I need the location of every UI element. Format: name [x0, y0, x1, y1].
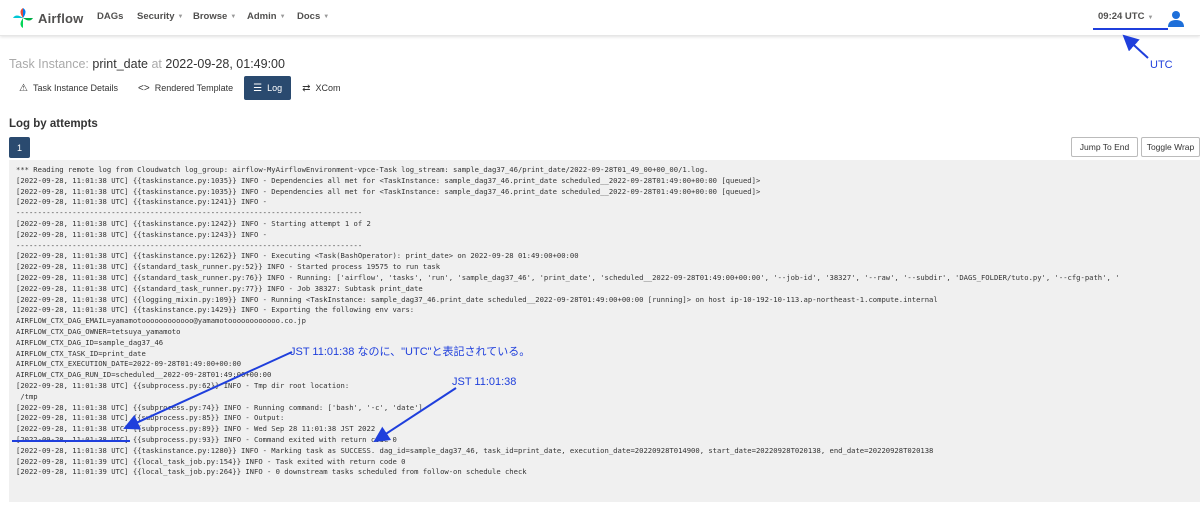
log-line: *** Reading remote log from Cloudwatch l… [16, 165, 709, 174]
airflow-pinwheel-icon [13, 8, 33, 28]
annotation-jst-utc-note: JST 11:01:38 なのに、"UTC"と表記されている。 [290, 346, 531, 358]
log-line: AIRFLOW_CTX_DAG_EMAIL=yamamotooooooooooo… [16, 316, 306, 326]
log-line: [2022-09-28, 11:01:38 UTC] {{logging_mix… [16, 294, 938, 304]
task-id: print_date [92, 57, 148, 71]
log-line: [2022-09-28, 11:01:38 UTC] {{taskinstanc… [16, 445, 934, 455]
nav-admin[interactable]: Admin ▼ [247, 11, 286, 22]
log-line: [2022-09-28, 11:01:38 UTC] {{taskinstanc… [16, 218, 371, 228]
caret-down-icon: ▼ [230, 13, 237, 20]
log-line: [2022-09-28, 11:01:38 UTC] {{taskinstanc… [16, 197, 267, 207]
caret-down-icon: ▼ [279, 13, 286, 20]
brand-name: Airflow [38, 10, 84, 26]
log-line: ----------------------------------------… [16, 240, 363, 250]
log-line: [2022-09-28, 11:01:39 UTC] {{local_task_… [16, 456, 406, 466]
log-line: [2022-09-28, 11:01:38 UTC] {{standard_ta… [16, 262, 441, 272]
log-line: [2022-09-28, 11:01:38 UTC] {{subprocess.… [16, 424, 376, 434]
toggle-wrap-button[interactable]: Toggle Wrap [1141, 137, 1200, 157]
log-line: [2022-09-28, 11:01:38 UTC] {{subprocess.… [16, 413, 285, 423]
task-instance-tabs: ⚠ Task Instance Details <> Rendered Temp… [10, 76, 352, 100]
log-line: [2022-09-28, 11:01:38 UTC] {{taskinstanc… [16, 186, 761, 196]
warning-icon: ⚠ [19, 82, 28, 94]
nav-security[interactable]: Security ▼ [137, 11, 183, 22]
list-icon: ☰ [253, 82, 263, 94]
log-line: [2022-09-28, 11:01:38 UTC] {{subprocess.… [16, 380, 350, 390]
tab-xcom[interactable]: ⇄ XCom [293, 76, 349, 100]
top-navbar: Airflow DAGs Security ▼ Browse ▼ Admin ▼ Do… [0, 0, 1200, 36]
execution-date: 2022-09-28, 01:49:00 [165, 57, 285, 71]
caret-down-icon: ▼ [177, 13, 184, 20]
attempt-1-button[interactable]: 1 [9, 137, 30, 158]
log-line: [2022-09-28, 11:01:38 UTC] {{taskinstanc… [16, 305, 415, 315]
log-line: [2022-09-28, 11:01:38 UTC] {{taskinstanc… [16, 175, 761, 185]
log-line: ----------------------------------------… [16, 208, 363, 218]
tab-log[interactable]: ☰ Log [244, 76, 292, 100]
exchange-icon: ⇄ [302, 82, 311, 94]
nav-dags[interactable]: DAGs [97, 11, 123, 22]
airflow-logo[interactable]: Airflow [12, 7, 83, 29]
log-line: AIRFLOW_CTX_DAG_ID=sample_dag37_46 [16, 337, 164, 347]
log-line: [2022-09-28, 11:01:38 UTC] {{subprocess.… [16, 434, 397, 444]
caret-down-icon: ▼ [323, 13, 330, 20]
jump-to-end-button[interactable]: Jump To End [1071, 137, 1138, 157]
log-line: AIRFLOW_CTX_TASK_ID=print_date [16, 348, 146, 358]
nav-browse[interactable]: Browse ▼ [193, 11, 236, 22]
page-title: Task Instance: print_date at 2022-09-28,… [9, 57, 285, 71]
log-line: [2022-09-28, 11:01:38 UTC] {{subprocess.… [16, 402, 423, 412]
tab-rendered-template[interactable]: <> Rendered Template [129, 76, 242, 100]
log-line: AIRFLOW_CTX_DAG_RUN_ID=scheduled__2022-0… [16, 370, 272, 380]
annotation-jst-time: JST 11:01:38 [452, 376, 517, 388]
log-line: /tmp [16, 391, 38, 401]
log-line: [2022-09-28, 11:01:38 UTC] {{taskinstanc… [16, 229, 267, 239]
log-line: AIRFLOW_CTX_DAG_OWNER=tetsuya_yamamoto [16, 326, 181, 336]
log-line: AIRFLOW_CTX_EXECUTION_DATE=2022-09-28T01… [16, 359, 242, 369]
log-section-title: Log by attempts [9, 118, 98, 130]
utc-clock[interactable]: 09:24 UTC ▼ [1098, 11, 1153, 22]
annotation-utc: UTC [1150, 59, 1173, 71]
code-icon: <> [138, 82, 150, 94]
caret-down-icon: ▼ [1147, 15, 1154, 21]
user-icon[interactable] [1165, 8, 1187, 28]
log-line: [2022-09-28, 11:01:38 UTC] {{taskinstanc… [16, 251, 579, 261]
log-line: [2022-09-28, 11:01:39 UTC] {{local_task_… [16, 467, 527, 477]
log-content[interactable]: *** Reading remote log from Cloudwatch l… [9, 160, 1200, 502]
log-line: [2022-09-28, 11:01:38 UTC] {{standard_ta… [16, 272, 1120, 282]
tab-task-instance-details[interactable]: ⚠ Task Instance Details [10, 76, 127, 100]
log-line: [2022-09-28, 11:01:38 UTC] {{standard_ta… [16, 283, 423, 293]
nav-docs[interactable]: Docs ▼ [297, 11, 329, 22]
utc-arrow [1122, 34, 1149, 59]
